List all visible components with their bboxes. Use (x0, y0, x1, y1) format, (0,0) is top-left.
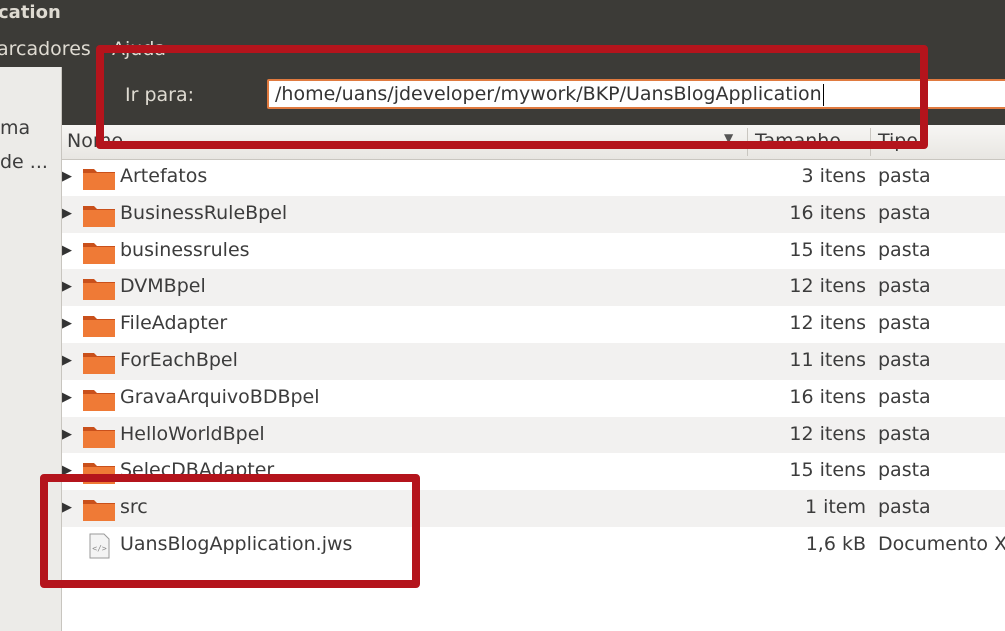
file-type: Documento X (878, 532, 1005, 555)
file-type: pasta (878, 385, 931, 408)
folder-icon (83, 205, 115, 227)
folder-icon (83, 316, 115, 338)
expand-arrow-icon[interactable]: ▶ (62, 279, 72, 294)
file-name: HelloWorldBpel (120, 422, 265, 445)
folder-icon (83, 279, 115, 301)
file-name: ForEachBpel (120, 348, 238, 371)
file-name: Artefatos (120, 165, 208, 187)
file-type: pasta (878, 238, 931, 261)
file-name: BusinessRuleBpel (120, 201, 288, 224)
file-size: 11 itens (789, 348, 866, 371)
file-type: pasta (878, 275, 931, 298)
file-type: pasta (878, 312, 931, 335)
folder-icon (83, 242, 115, 264)
folder-icon (83, 426, 115, 448)
expand-arrow-icon[interactable]: ▶ (62, 353, 72, 368)
file-name: DVMBpel (120, 275, 206, 298)
file-name: businessrules (120, 238, 250, 261)
window-title: cation (0, 2, 61, 23)
highlight-box-location (96, 45, 928, 149)
expand-arrow-icon[interactable]: ▶ (62, 316, 72, 331)
expand-arrow-icon[interactable]: ▶ (62, 427, 72, 442)
file-size: 12 itens (789, 312, 866, 335)
menu-item-bookmarks[interactable]: arcadores (0, 33, 91, 65)
file-type: pasta (878, 422, 931, 445)
file-row[interactable]: ▶ DVMBpel 12 itens pasta (62, 269, 1005, 307)
file-type: pasta (878, 348, 931, 371)
highlight-box-files (40, 474, 420, 588)
file-type: pasta (878, 165, 931, 187)
file-row[interactable]: ▶ BusinessRuleBpel 16 itens pasta (62, 195, 1005, 233)
expand-arrow-icon[interactable]: ▶ (62, 243, 72, 258)
expand-arrow-icon[interactable]: ▶ (62, 390, 72, 405)
window-titlebar: cation (0, 0, 1005, 33)
file-row[interactable]: ▶ Artefatos 3 itens pasta (62, 159, 1005, 196)
file-type: pasta (878, 459, 931, 482)
file-row[interactable]: ▶ HelloWorldBpel 12 itens pasta (62, 416, 1005, 454)
expand-arrow-icon[interactable]: ▶ (62, 206, 72, 221)
file-size: 12 itens (789, 275, 866, 298)
file-row[interactable]: ▶ businessrules 15 itens pasta (62, 233, 1005, 270)
sidebar-item-1[interactable]: ma (0, 117, 30, 139)
file-row[interactable]: ▶ FileAdapter 12 itens pasta (62, 306, 1005, 343)
file-size: 15 itens (789, 238, 866, 261)
file-size: 12 itens (789, 422, 866, 445)
file-size: 3 itens (801, 165, 867, 187)
file-type: pasta (878, 201, 931, 224)
file-size: 1,6 kB (805, 532, 866, 555)
sidebar-item-2[interactable]: de ... (0, 151, 48, 173)
file-row[interactable]: ▶ ForEachBpel 11 itens pasta (62, 342, 1005, 380)
file-name: FileAdapter (120, 312, 228, 335)
expand-arrow-icon[interactable]: ▶ (62, 169, 72, 184)
file-size: 16 itens (789, 201, 866, 224)
file-size: 15 itens (789, 459, 866, 482)
folder-icon (83, 352, 115, 374)
folder-icon (83, 389, 115, 411)
file-type: pasta (878, 496, 931, 519)
file-row[interactable]: ▶ GravaArquivoBDBpel 16 itens pasta (62, 380, 1005, 417)
file-size: 16 itens (789, 385, 866, 408)
file-size: 1 item (804, 496, 866, 519)
folder-icon (83, 169, 115, 190)
file-name: GravaArquivoBDBpel (120, 385, 320, 408)
